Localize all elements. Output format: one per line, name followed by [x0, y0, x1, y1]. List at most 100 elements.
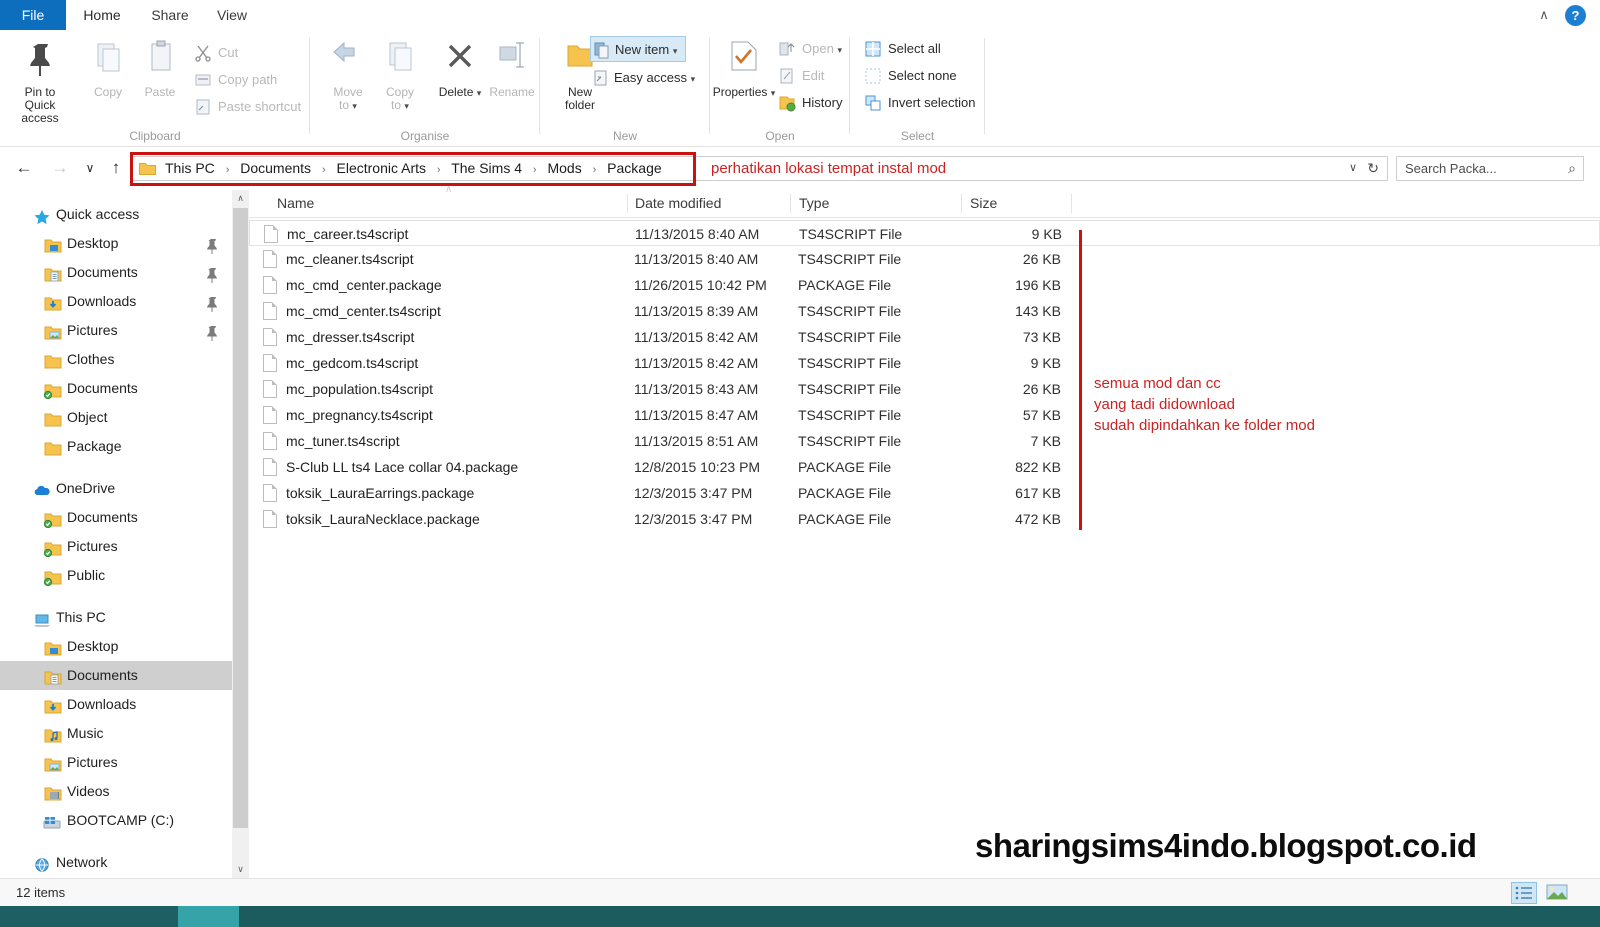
easy-access-button[interactable]: Easy access ▾: [590, 65, 695, 91]
address-bar[interactable]: This PC › Documents › Electronic Arts › …: [132, 156, 1388, 181]
column-divider[interactable]: [627, 194, 628, 213]
collapse-ribbon-icon[interactable]: ∧: [1534, 6, 1554, 24]
pin-icon[interactable]: [205, 264, 219, 283]
navigation-pane-scrollbar[interactable]: ∧ ∨: [232, 190, 249, 878]
sidebar-section-this-pc[interactable]: This PC: [0, 603, 232, 632]
sidebar-item-music[interactable]: Music: [0, 719, 232, 748]
sidebar-item-pictures-qa[interactable]: Pictures: [0, 316, 232, 345]
sidebar-item-documents-qa[interactable]: Documents: [0, 258, 232, 287]
open-caret-icon[interactable]: ▾: [837, 45, 842, 55]
sidebar-item-onedrive-documents[interactable]: Documents: [0, 503, 232, 532]
up-button[interactable]: ↑: [102, 154, 130, 182]
tab-home[interactable]: Home: [66, 0, 138, 30]
open-button[interactable]: Open ▾: [776, 36, 842, 62]
cut-button[interactable]: Cut: [192, 40, 238, 66]
easy-access-caret-icon[interactable]: ▾: [691, 74, 696, 84]
sidebar-section-network[interactable]: Network: [0, 848, 232, 877]
column-divider[interactable]: [790, 194, 791, 213]
column-divider[interactable]: [961, 194, 962, 213]
pin-icon[interactable]: [205, 293, 219, 312]
details-view-icon[interactable]: [1511, 882, 1537, 904]
copy-to-caret-icon[interactable]: ▾: [404, 101, 409, 111]
sidebar-item-downloads[interactable]: Downloads: [0, 690, 232, 719]
tab-file[interactable]: File: [0, 0, 66, 30]
sidebar-item-documents-synced[interactable]: Documents: [0, 374, 232, 403]
pin-icon[interactable]: [205, 235, 219, 254]
sidebar-section-quick-access[interactable]: Quick access: [0, 200, 232, 229]
table-row[interactable]: toksik_LauraNecklace.package 12/3/2015 3…: [249, 506, 1600, 532]
scrollbar-thumb[interactable]: [233, 208, 248, 828]
column-divider[interactable]: [1071, 194, 1072, 213]
breadcrumb-chevron-icon[interactable]: ›: [437, 164, 441, 176]
table-row[interactable]: S-Club LL ts4 Lace collar 04.package 12/…: [249, 454, 1600, 480]
breadcrumb-item-the-sims-4[interactable]: The Sims 4: [451, 160, 522, 176]
breadcrumb[interactable]: This PC › Documents › Electronic Arts › …: [165, 157, 662, 180]
table-row[interactable]: toksik_LauraEarrings.package 12/3/2015 3…: [249, 480, 1600, 506]
table-row[interactable]: mc_cmd_center.ts4script 11/13/2015 8:39 …: [249, 298, 1600, 324]
breadcrumb-item-package[interactable]: Package: [607, 160, 661, 176]
column-header-date-modified[interactable]: Date modified: [635, 190, 721, 217]
table-row[interactable]: mc_cmd_center.package 11/26/2015 10:42 P…: [249, 272, 1600, 298]
scroll-up-icon[interactable]: ∧: [232, 190, 249, 207]
properties-button[interactable]: Properties ▾: [712, 38, 776, 100]
sidebar-item-desktop[interactable]: Desktop: [0, 632, 232, 661]
search-input[interactable]: Search Packa...: [1405, 157, 1497, 180]
sidebar-section-onedrive[interactable]: OneDrive: [0, 474, 232, 503]
sidebar-item-onedrive-public[interactable]: Public: [0, 561, 232, 590]
column-header-size[interactable]: Size: [970, 190, 997, 217]
edit-button[interactable]: Edit: [776, 63, 824, 89]
invert-selection-button[interactable]: Invert selection: [862, 90, 975, 116]
paste-shortcut-button[interactable]: Paste shortcut: [192, 94, 301, 120]
sidebar-item-onedrive-pictures[interactable]: Pictures: [0, 532, 232, 561]
table-row[interactable]: mc_cleaner.ts4script 11/13/2015 8:40 AM …: [249, 246, 1600, 272]
help-icon[interactable]: ?: [1565, 5, 1586, 26]
sidebar-item-desktop-qa[interactable]: Desktop: [0, 229, 232, 258]
table-row[interactable]: mc_tuner.ts4script 11/13/2015 8:51 AM TS…: [249, 428, 1600, 454]
address-dropdown-icon[interactable]: ∨: [1349, 157, 1357, 180]
new-item-caret-icon[interactable]: ▾: [673, 46, 678, 56]
sidebar-item-package[interactable]: Package: [0, 432, 232, 461]
large-icons-view-icon[interactable]: [1545, 882, 1571, 904]
copy-to-button[interactable]: Copy to ▾: [368, 38, 432, 113]
breadcrumb-item-documents[interactable]: Documents: [240, 160, 311, 176]
breadcrumb-chevron-icon[interactable]: ›: [533, 164, 537, 176]
sidebar-item-pictures[interactable]: Pictures: [0, 748, 232, 777]
forward-button[interactable]: →: [46, 154, 74, 182]
select-none-button[interactable]: Select none: [862, 63, 957, 89]
breadcrumb-item-this-pc[interactable]: This PC: [165, 160, 215, 176]
scroll-down-icon[interactable]: ∨: [232, 861, 249, 878]
history-button[interactable]: History: [776, 90, 842, 116]
sidebar-item-downloads-qa[interactable]: Downloads: [0, 287, 232, 316]
select-all-button[interactable]: Select all: [862, 36, 941, 62]
file-list-pane[interactable]: ∧ Name Date modified Type Size mc_career…: [249, 184, 1600, 878]
back-button[interactable]: ←: [10, 154, 38, 182]
pin-to-quick-access-button[interactable]: Pin to Quick access: [8, 38, 72, 125]
breadcrumb-item-electronic-arts[interactable]: Electronic Arts: [337, 160, 426, 176]
breadcrumb-item-mods[interactable]: Mods: [547, 160, 581, 176]
tab-share[interactable]: Share: [138, 0, 202, 30]
search-box[interactable]: Search Packa... ⌕: [1396, 156, 1584, 181]
new-item-button[interactable]: New item ▾: [590, 36, 686, 62]
rename-button[interactable]: Rename: [480, 38, 544, 99]
pin-icon[interactable]: [205, 322, 219, 341]
tab-view[interactable]: View: [202, 0, 262, 30]
table-row[interactable]: mc_population.ts4script 11/13/2015 8:43 …: [249, 376, 1600, 402]
table-row[interactable]: mc_gedcom.ts4script 11/13/2015 8:42 AM T…: [249, 350, 1600, 376]
sidebar-item-videos[interactable]: Videos: [0, 777, 232, 806]
search-icon[interactable]: ⌕: [1568, 160, 1576, 177]
refresh-icon[interactable]: ↻: [1367, 157, 1379, 180]
sidebar-item-clothes[interactable]: Clothes: [0, 345, 232, 374]
copy-path-button[interactable]: Copy path: [192, 67, 277, 93]
move-to-caret-icon[interactable]: ▾: [352, 101, 357, 111]
recent-locations-button[interactable]: ∨: [76, 154, 104, 182]
table-row[interactable]: mc_pregnancy.ts4script 11/13/2015 8:47 A…: [249, 402, 1600, 428]
sidebar-item-bootcamp-drive[interactable]: BOOTCAMP (C:): [0, 806, 232, 835]
table-row[interactable]: mc_dresser.ts4script 11/13/2015 8:42 AM …: [249, 324, 1600, 350]
sidebar-item-documents[interactable]: Documents: [0, 661, 232, 690]
column-header-name[interactable]: Name: [277, 190, 314, 217]
paste-button[interactable]: Paste: [128, 38, 192, 99]
properties-caret-icon[interactable]: ▾: [771, 88, 776, 98]
navigation-pane[interactable]: Quick access Desktop Documents Downloads…: [0, 190, 232, 878]
breadcrumb-chevron-icon[interactable]: ›: [226, 164, 230, 176]
table-row[interactable]: mc_career.ts4script 11/13/2015 8:40 AM T…: [249, 220, 1600, 246]
